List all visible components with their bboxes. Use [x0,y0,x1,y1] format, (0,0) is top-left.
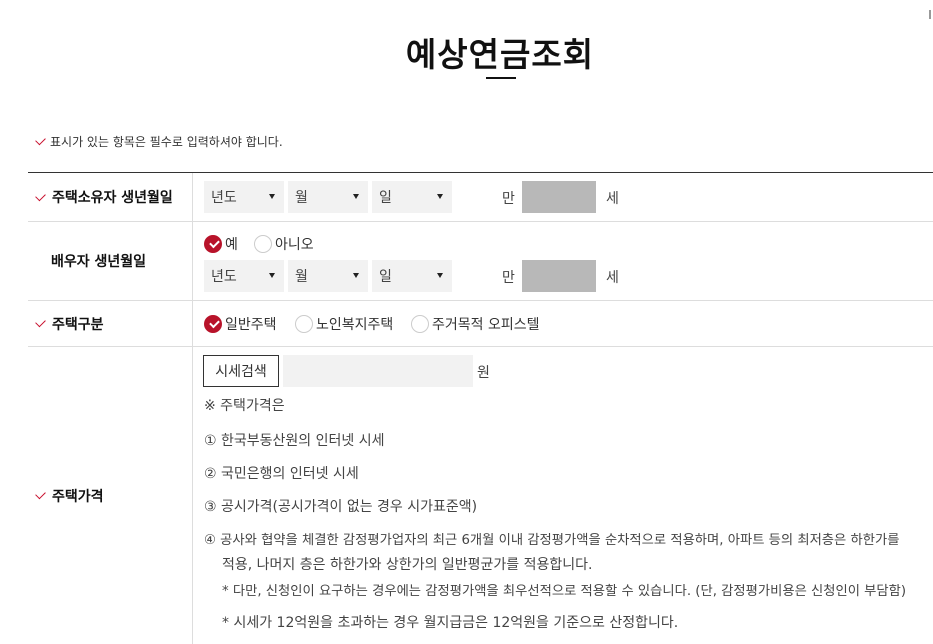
row-spouse-birth: 배우자 생년월일 예 아니오 년도 월 일 만 세 [28,222,933,301]
house-type-officetel-radio[interactable]: 주거목적 오피스텔 [411,314,540,334]
price-search-button[interactable]: 시세검색 [203,355,279,387]
owner-month-select[interactable]: 월 [288,181,368,213]
dropdown-arrow-icon [269,273,275,278]
dropdown-arrow-icon [437,194,443,199]
house-type-senior-radio[interactable]: 노인복지주택 [295,314,393,334]
price-note-item: * 다만, 신청인이 요구하는 경우에는 감정평가액을 최우선적으로 적용할 수… [222,584,907,599]
pension-form: 주택소유자 생년월일 년도 월 일 만 세 배우자 생년월일 예 아니오 년도 … [28,172,933,644]
scroll-edge-mark [929,10,931,19]
owner-birth-label: 주택소유자 생년월일 [28,173,193,221]
spouse-age-display [522,260,596,292]
spouse-birth-label: 배우자 생년월일 [28,222,193,300]
spouse-no-label: 아니오 [275,237,314,253]
house-type-option-label: 일반주택 [225,317,277,333]
spouse-birth-label-text: 배우자 생년월일 [51,254,147,270]
house-type-option-label: 노인복지주택 [316,317,394,333]
spouse-year-select[interactable]: 년도 [204,260,284,292]
owner-age-prefix: 만 [502,191,515,207]
row-house-price: 주택가격 시세검색 원 ※ 주택가격은 ① 한국부동산원의 인터넷 시세 ② 국… [28,347,933,644]
price-note-item: ③ 공시가격(공시가격이 없는 경우 시가표준액) [204,499,478,515]
owner-year-select[interactable]: 년도 [204,181,284,213]
house-type-label: 주택구분 [28,301,193,346]
dropdown-arrow-icon [353,273,359,278]
spouse-birth-cell: 예 아니오 년도 월 일 만 세 [193,222,933,300]
price-note-item: * 시세가 12억원을 초과하는 경우 월지급금은 12억원을 기준으로 산정합… [222,615,679,631]
price-note-item: ② 국민은행의 인터넷 시세 [204,466,359,482]
radio-unchecked-icon [254,235,272,253]
price-note-item: 적용, 나머지 층은 하한가와 상한가의 일반평균가를 적용합니다. [222,557,593,573]
row-owner-birth: 주택소유자 생년월일 년도 월 일 만 세 [28,173,933,222]
radio-checked-icon [204,315,222,333]
price-unit: 원 [477,365,490,381]
title-underline [486,77,516,79]
dropdown-arrow-icon [353,194,359,199]
house-price-input[interactable] [283,355,473,387]
owner-birth-cell: 년도 월 일 만 세 [193,173,933,221]
spouse-age-suffix: 세 [606,270,619,286]
house-price-cell: 시세검색 원 ※ 주택가격은 ① 한국부동산원의 인터넷 시세 ② 국민은행의 … [193,347,933,644]
spouse-yes-radio[interactable]: 예 [204,234,238,254]
dropdown-arrow-icon [437,273,443,278]
owner-age-suffix: 세 [606,191,619,207]
spouse-month-select[interactable]: 월 [288,260,368,292]
required-note-text: 표시가 있는 항목은 필수로 입력하셔야 합니다. [50,135,283,149]
required-check-icon [35,134,46,146]
price-note-item: ① 한국부동산원의 인터넷 시세 [204,433,385,449]
owner-year-value: 년도 [211,190,237,206]
required-check-icon [35,316,46,328]
required-check-icon [35,488,46,500]
house-price-label-text: 주택가격 [52,488,104,505]
house-type-cell: 일반주택 노인복지주택 주거목적 오피스텔 [193,301,933,346]
row-house-type: 주택구분 일반주택 노인복지주택 주거목적 오피스텔 [28,301,933,347]
house-type-general-radio[interactable]: 일반주택 [204,314,277,334]
house-price-label: 주택가격 [28,347,193,644]
radio-unchecked-icon [411,315,429,333]
house-type-option-label: 주거목적 오피스텔 [432,317,540,333]
spouse-year-value: 년도 [211,269,237,285]
price-notes-heading: ※ 주택가격은 [204,398,285,414]
spouse-yes-label: 예 [225,237,238,253]
page-title: 예상연금조회 [405,35,595,74]
owner-month-value: 월 [295,190,308,206]
spouse-day-select[interactable]: 일 [372,260,452,292]
spouse-month-value: 월 [295,269,308,285]
owner-age-display [522,181,596,213]
dropdown-arrow-icon [269,194,275,199]
required-check-icon [35,190,46,201]
owner-birth-label-text: 주택소유자 생년월일 [52,190,173,206]
owner-day-select[interactable]: 일 [372,181,452,213]
radio-unchecked-icon [295,315,313,333]
house-type-label-text: 주택구분 [52,316,104,333]
owner-day-value: 일 [379,190,392,206]
required-note: 표시가 있는 항목은 필수로 입력하셔야 합니다. [35,133,283,150]
spouse-age-prefix: 만 [502,270,515,286]
spouse-no-radio[interactable]: 아니오 [254,234,314,254]
radio-checked-icon [204,235,222,253]
price-note-item: ④ 공사와 협약을 체결한 감정평가업자의 최근 6개월 이내 감정평가액을 순… [204,533,900,548]
spouse-day-value: 일 [379,269,392,285]
